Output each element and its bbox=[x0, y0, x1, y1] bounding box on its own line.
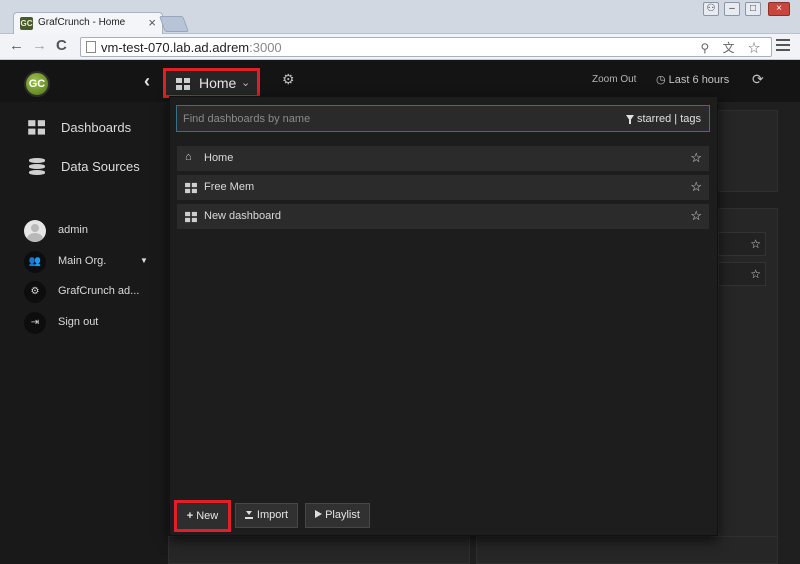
sidebar-item-dashboards[interactable]: Dashboards bbox=[0, 112, 168, 144]
filter-label: starred | tags bbox=[637, 113, 701, 125]
new-tab-button[interactable] bbox=[159, 16, 189, 32]
address-url[interactable]: vm-test-070.lab.ad.adrem:3000 bbox=[101, 40, 282, 55]
address-bar[interactable]: vm-test-070.lab.ad.adrem:3000 ⚲ 文 ☆ bbox=[80, 37, 772, 57]
sidebar-item-sign-out[interactable]: ⇥ Sign out bbox=[0, 308, 168, 340]
search-result-row[interactable]: ⌂ Home ☆ bbox=[177, 146, 709, 171]
window-maximize-button[interactable]: □ bbox=[745, 2, 761, 16]
forward-arrow-icon[interactable]: → bbox=[32, 37, 47, 54]
search-result-row[interactable]: Free Mem ☆ bbox=[177, 175, 709, 200]
star-icon[interactable]: ☆ bbox=[690, 179, 702, 195]
dashboard-settings-gear-icon[interactable]: ⚙ bbox=[282, 71, 295, 88]
star-icon[interactable]: ☆ bbox=[750, 237, 761, 251]
tab-title: GrafCrunch - Home bbox=[38, 17, 126, 28]
dashboard-search-box: starred | tags bbox=[176, 105, 710, 132]
page-icon bbox=[86, 41, 96, 53]
window-user-icon[interactable]: ⚇ bbox=[703, 2, 719, 16]
dashboard-picker-label: Home bbox=[199, 75, 237, 91]
zoom-out-button[interactable]: Zoom Out bbox=[592, 74, 636, 85]
background-list-row[interactable]: ☆ bbox=[718, 232, 766, 256]
tab-close-icon[interactable]: × bbox=[148, 15, 156, 30]
browser-tab[interactable]: GC GrafCrunch - Home × bbox=[13, 12, 163, 34]
time-range-picker[interactable]: ◷ Last 6 hours bbox=[656, 73, 729, 86]
omnibox-actions-icons[interactable]: ⚲ 文 ☆ bbox=[701, 39, 765, 56]
result-title: Home bbox=[204, 152, 234, 164]
window-close-button[interactable]: × bbox=[768, 2, 790, 16]
sidebar-item-label: GrafCrunch ad... bbox=[58, 285, 140, 297]
search-result-row[interactable]: New dashboard ☆ bbox=[177, 204, 709, 229]
browser-titlebar: GC GrafCrunch - Home × ⚇ – □ × bbox=[0, 0, 800, 34]
sidebar-item-org-switcher[interactable]: 👥 Main Org. ▼ bbox=[0, 247, 168, 279]
play-icon bbox=[315, 510, 323, 518]
star-icon[interactable]: ☆ bbox=[750, 267, 761, 281]
dashboard-grid-icon bbox=[176, 78, 190, 90]
star-icon[interactable]: ☆ bbox=[690, 208, 702, 224]
dashboard-picker-button[interactable]: Home ⌄ bbox=[163, 68, 260, 98]
result-title: Free Mem bbox=[204, 181, 255, 193]
sidebar-item-label: Dashboards bbox=[61, 120, 132, 135]
reload-icon[interactable]: C bbox=[56, 37, 67, 54]
sidebar-item-data-sources[interactable]: Data Sources bbox=[0, 151, 168, 183]
star-icon[interactable]: ☆ bbox=[690, 150, 702, 166]
sidebar-item-label: Sign out bbox=[58, 316, 99, 328]
result-title: New dashboard bbox=[204, 210, 282, 222]
avatar bbox=[24, 220, 46, 242]
users-icon: 👥 bbox=[24, 251, 46, 273]
background-panel bbox=[476, 536, 778, 564]
background-panel bbox=[168, 536, 470, 564]
caret-down-icon: ▼ bbox=[140, 256, 148, 265]
new-dashboard-button[interactable]: + New bbox=[174, 500, 231, 532]
sign-out-icon: ⇥ bbox=[24, 312, 46, 334]
database-icon bbox=[29, 158, 47, 176]
grafcrunch-logo[interactable]: GC bbox=[24, 71, 50, 97]
collapse-sidebar-icon[interactable]: ‹ bbox=[144, 71, 150, 92]
dashboard-grid-icon bbox=[185, 182, 197, 194]
chevron-down-icon: ⌄ bbox=[241, 77, 251, 89]
refresh-icon[interactable]: ⟳ bbox=[752, 71, 764, 88]
browser-toolbar: ← → C vm-test-070.lab.ad.adrem:3000 ⚲ 文 … bbox=[0, 34, 800, 60]
dashboard-grid-icon bbox=[185, 211, 197, 223]
time-range-label: Last 6 hours bbox=[668, 74, 730, 86]
sidebar-item-user-profile[interactable]: admin bbox=[0, 216, 168, 248]
sidebar-item-label: Main Org. bbox=[58, 255, 107, 267]
new-button-label: New bbox=[196, 510, 219, 522]
import-button-label: Import bbox=[256, 509, 289, 521]
filter-icon bbox=[626, 115, 634, 124]
starred-tags-filter[interactable]: starred | tags bbox=[626, 113, 701, 125]
dashboards-icon bbox=[28, 120, 50, 142]
browser-menu-icon[interactable] bbox=[776, 39, 790, 54]
cog-icon: ⚙ bbox=[24, 281, 46, 303]
home-icon: ⌂ bbox=[185, 151, 192, 163]
url-host: vm-test-070.lab.ad.adrem bbox=[101, 40, 250, 55]
url-port: :3000 bbox=[249, 40, 282, 55]
background-list-row[interactable]: ☆ bbox=[718, 262, 766, 286]
sidebar-item-admin[interactable]: ⚙ GrafCrunch ad... bbox=[0, 277, 168, 309]
download-icon bbox=[244, 511, 253, 519]
window-minimize-button[interactable]: – bbox=[724, 2, 740, 16]
playlist-button-label: Playlist bbox=[325, 509, 360, 521]
sidebar-item-label: admin bbox=[58, 224, 88, 236]
plus-icon: + bbox=[186, 510, 194, 522]
clock-icon: ◷ bbox=[656, 74, 666, 86]
sidebar-item-label: Data Sources bbox=[61, 159, 140, 174]
background-panel bbox=[718, 110, 778, 192]
tab-favicon-icon: GC bbox=[20, 17, 33, 30]
search-input[interactable] bbox=[183, 110, 603, 128]
import-button[interactable]: Import bbox=[235, 503, 298, 528]
back-arrow-icon[interactable]: ← bbox=[9, 37, 24, 54]
playlist-button[interactable]: Playlist bbox=[305, 503, 370, 528]
